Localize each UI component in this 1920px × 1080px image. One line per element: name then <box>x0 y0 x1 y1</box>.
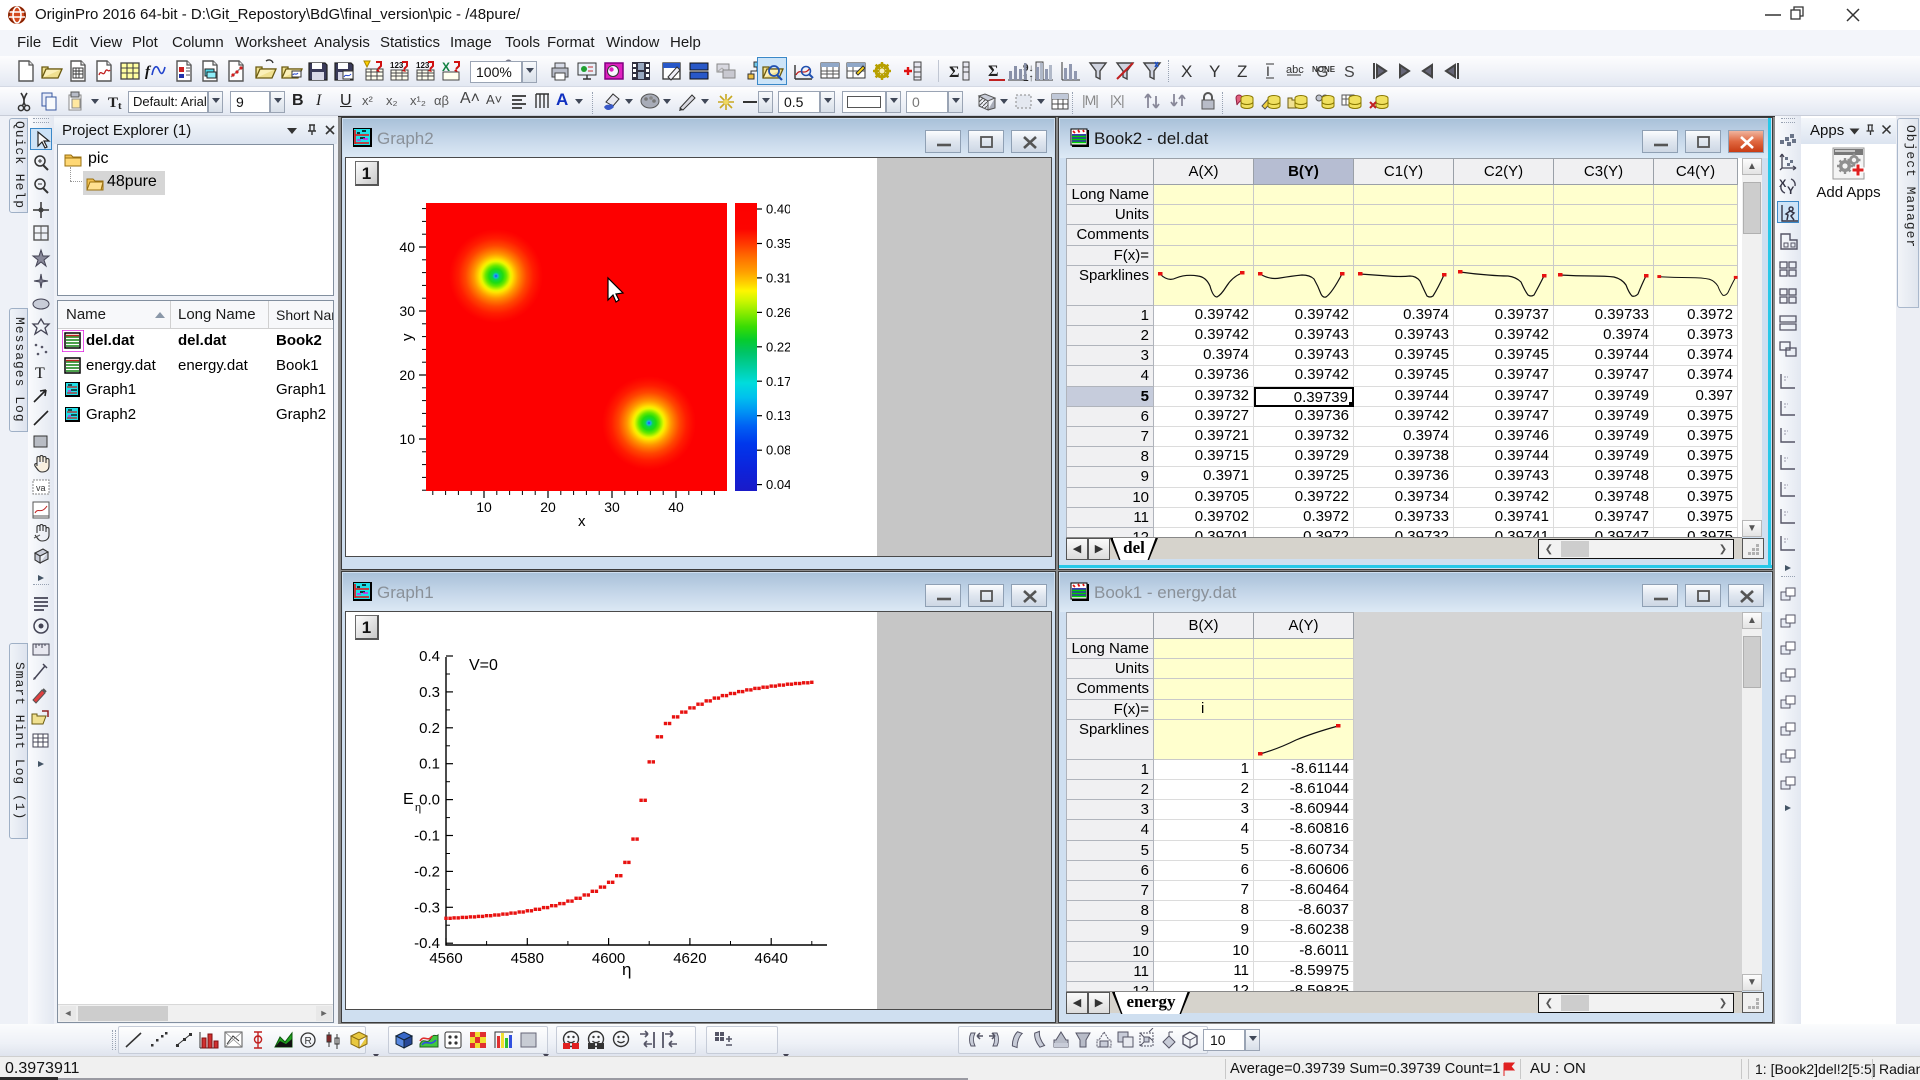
svg-text:T: T <box>35 365 45 382</box>
svg-text:123: 123 <box>416 61 430 70</box>
svg-text:x: x <box>578 513 586 530</box>
svg-text:20: 20 <box>540 499 556 515</box>
svg-text:0.26: 0.26 <box>766 305 790 320</box>
svg-text:10: 10 <box>476 499 492 515</box>
svg-text:-0.2: -0.2 <box>414 863 440 880</box>
svg-text:0.31: 0.31 <box>766 270 790 285</box>
svg-text:S: S <box>1344 64 1355 81</box>
svg-text:Z: Z <box>1237 62 1247 81</box>
svg-text:E: E <box>403 791 414 808</box>
svg-text:30: 30 <box>604 499 620 515</box>
svg-text:-0.3: -0.3 <box>414 899 440 916</box>
svg-text:0.35: 0.35 <box>766 236 790 251</box>
svg-text:Σ: Σ <box>949 64 959 81</box>
svg-text:X: X <box>1779 178 1787 190</box>
svg-text:0.1: 0.1 <box>419 756 440 773</box>
svg-text:40: 40 <box>668 499 684 515</box>
svg-text:f: f <box>145 64 152 80</box>
svg-text:0.13: 0.13 <box>766 408 790 423</box>
svg-text:20: 20 <box>399 367 415 383</box>
svg-text:0.08: 0.08 <box>766 443 790 458</box>
svg-text:0.0: 0.0 <box>419 792 440 809</box>
svg-text:abc: abc <box>1286 64 1304 76</box>
svg-text:G: G <box>1316 64 1328 81</box>
svg-text:R: R <box>305 1036 312 1047</box>
svg-text:Σ: Σ <box>988 63 998 80</box>
svg-text:4620: 4620 <box>673 950 706 967</box>
svg-text:Y: Y <box>1209 62 1220 81</box>
svg-text:4600: 4600 <box>592 950 625 967</box>
svg-text:y: y <box>399 333 416 341</box>
svg-text:va: va <box>36 483 46 493</box>
svg-text:0.2: 0.2 <box>419 720 440 737</box>
svg-text:0.3: 0.3 <box>419 684 440 701</box>
svg-text:30: 30 <box>399 303 415 319</box>
svg-text:0.22: 0.22 <box>766 339 790 354</box>
svg-text:T: T <box>108 95 118 111</box>
svg-text:4640: 4640 <box>755 950 788 967</box>
svg-text:V=0: V=0 <box>469 657 498 674</box>
svg-text:Y: Y <box>1787 185 1795 197</box>
svg-text:4560: 4560 <box>429 950 462 967</box>
svg-text:123: 123 <box>390 61 404 70</box>
svg-text:40: 40 <box>399 239 415 255</box>
svg-text:0.4: 0.4 <box>419 648 440 665</box>
svg-text:0.40: 0.40 <box>766 202 790 217</box>
svg-text:X: X <box>1181 62 1192 81</box>
svg-text:I: I <box>1266 63 1270 79</box>
svg-text:10: 10 <box>399 431 415 447</box>
svg-text:0.04: 0.04 <box>766 477 790 492</box>
svg-text:4580: 4580 <box>511 950 544 967</box>
svg-text:-0.1: -0.1 <box>414 828 440 845</box>
svg-text:η: η <box>622 960 631 979</box>
svg-text:η: η <box>415 802 421 814</box>
svg-text:0.17: 0.17 <box>766 374 790 389</box>
svg-text:t: t <box>118 100 122 112</box>
